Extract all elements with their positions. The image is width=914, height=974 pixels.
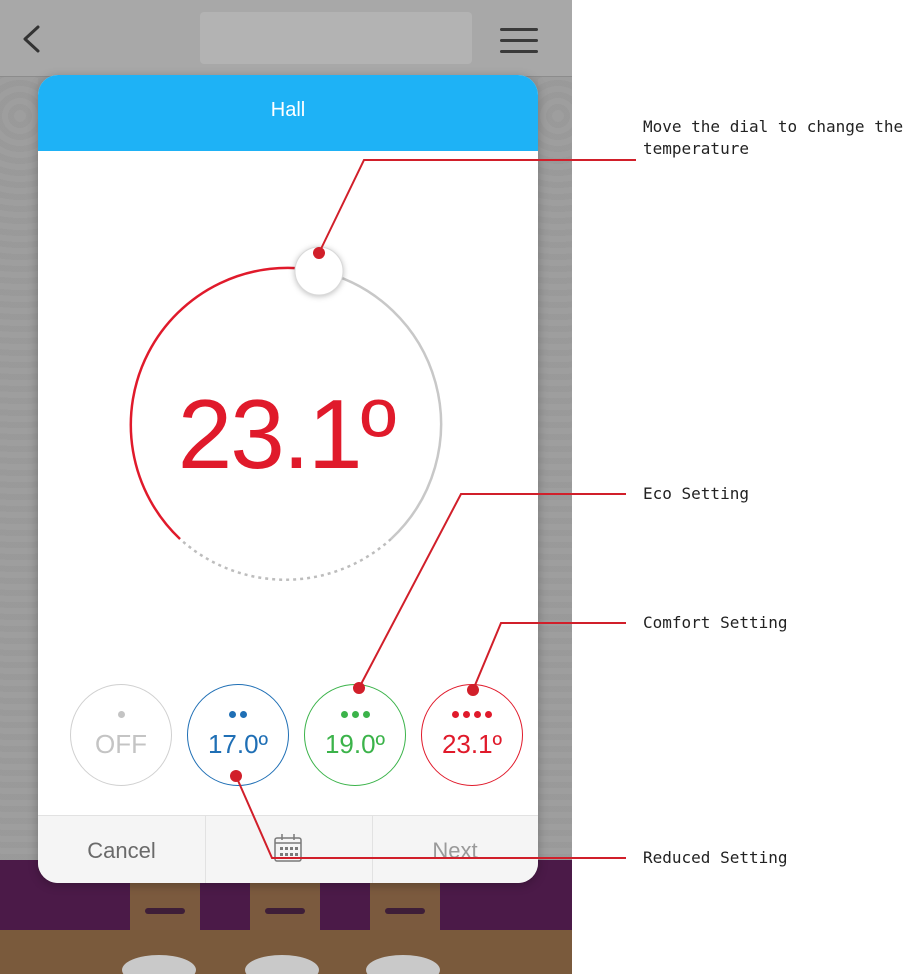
- dial-annotation-line2: temperature: [643, 139, 749, 158]
- dial-callout-dot: [313, 247, 325, 259]
- comfort-annotation: Comfort Setting: [643, 613, 788, 632]
- reduced-callout-line: [235, 775, 626, 859]
- eco-annotation: Eco Setting: [643, 484, 749, 503]
- reduced-annotation: Reduced Setting: [643, 848, 788, 867]
- dial-callout-line: [318, 159, 636, 254]
- comfort-callout-line: [472, 622, 626, 691]
- comfort-callout-dot: [467, 684, 479, 696]
- eco-callout-line: [358, 493, 626, 689]
- eco-callout-dot: [353, 682, 365, 694]
- dial-annotation: Move the dial to change the temperature: [643, 116, 903, 160]
- reduced-callout-dot: [230, 770, 242, 782]
- dial-annotation-line1: Move the dial to change the: [643, 117, 904, 136]
